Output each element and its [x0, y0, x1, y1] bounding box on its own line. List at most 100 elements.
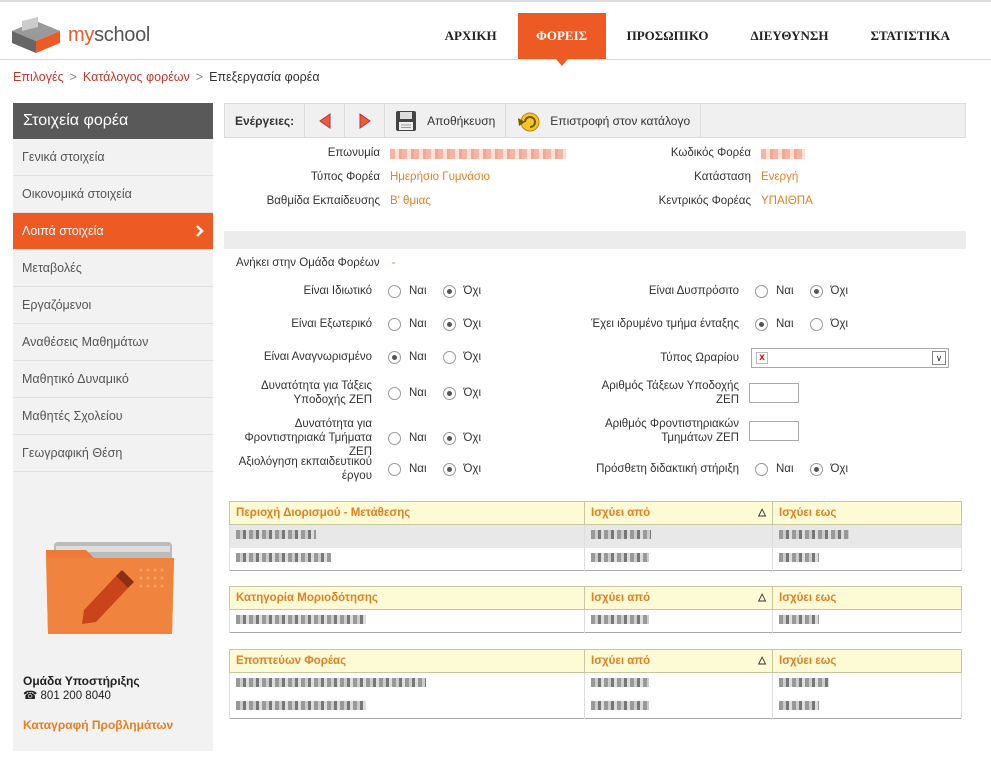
nav-directorate[interactable]: ΔΙΕΥΘΥΝΣΗ	[730, 13, 850, 59]
zep-tutoring-count-input[interactable]	[749, 421, 799, 441]
sidebar-item-other[interactable]: Λοιπά στοιχεία	[13, 213, 213, 250]
zep-class-count-row: Αριθμός Τάξεων Υποδοχής ΖΕΠ	[584, 379, 799, 407]
sort-asc-icon: △	[758, 592, 766, 603]
radio-label: Όχι	[463, 351, 482, 363]
column-header[interactable]: Ισχύει εως	[772, 586, 962, 610]
remote-no-radio[interactable]: Όχι	[809, 284, 848, 298]
name-value-redacted	[390, 149, 566, 159]
zep-class-count-input[interactable]	[749, 383, 799, 403]
supervising-org-table: Εποπτεύων Φορέας Ισχύει από △ Ισχύει εως	[229, 649, 962, 719]
logo[interactable]: myschool	[12, 17, 150, 53]
zep-class-count-label: Αριθμός Τάξεων Υποδοχής ΖΕΠ	[601, 380, 739, 406]
zep-tutoring-count-label: Αριθμός Φροντιστηριακών Τμημάτων ΖΕΠ	[604, 418, 739, 444]
sidebar-item-changes[interactable]: Μεταβολές	[13, 250, 213, 287]
nav-home[interactable]: ΑΡΧΙΚΗ	[424, 13, 518, 59]
column-header[interactable]: Ισχύει εως	[772, 649, 962, 673]
report-problems-link[interactable]: Καταγραφή Προβλημάτων	[23, 718, 173, 732]
radio-label: Ναι	[409, 387, 427, 399]
remote-yes-radio[interactable]: Ναι	[755, 284, 794, 298]
column-header-label: Ισχύει από	[591, 655, 651, 667]
column-header-sorted[interactable]: Ισχύει από △	[584, 649, 773, 673]
evaluation-yes-radio[interactable]: Ναι	[388, 462, 427, 476]
table-row[interactable]	[229, 609, 962, 633]
integration-row: Έχει ιδρυμένο τμήμα ένταξης Ναι Όχι	[584, 317, 848, 331]
sidebar-item-financial[interactable]: Οικονομικά στοιχεία	[13, 176, 213, 213]
nav-statistics[interactable]: ΣΤΑΤΙΣΤΙΚΑ	[850, 13, 972, 59]
column-header-sorted[interactable]: Ισχύει από △	[584, 586, 773, 610]
column-header[interactable]: Ισχύει εως	[772, 501, 962, 525]
level-label: Βαθμίδα Εκπαίδευσης	[266, 195, 380, 207]
column-header-sorted[interactable]: Ισχύει από △	[584, 501, 773, 525]
evaluation-row: Αξιολόγηση εκπαιδευτικού έργου Ναι Όχι	[224, 455, 481, 483]
breadcrumb-sep: >	[69, 70, 77, 84]
zep-classes-label: Δυνατότητα για Τάξεις Υποδοχής ΖΕΠ	[260, 380, 372, 406]
recognized-no-radio[interactable]: Όχι	[442, 350, 482, 364]
schedule-type-select[interactable]: x ∨	[751, 348, 949, 368]
external-no-radio[interactable]: Όχι	[442, 317, 482, 331]
sidebar-item-student-capacity[interactable]: Μαθητικό Δυναμικό	[13, 361, 213, 398]
support-section: Ομάδα Υποστήριξης ☎ 801 200 8040	[23, 674, 140, 702]
central-label: Κεντρικός Φορέας	[658, 195, 751, 207]
name-label: Επωνυμία	[327, 147, 380, 159]
breadcrumb: Επιλογές > Κατάλογος φορέων > Επεξεργασία φο…	[13, 70, 320, 84]
column-header[interactable]: Περιοχή Διορισμού - Μετάθεσης	[229, 501, 585, 525]
nav-staff[interactable]: ΠΡΟΣΩΠΙΚΟ	[606, 13, 730, 59]
group-row: Ανήκει στην Ομάδα Φορέων -	[236, 257, 396, 269]
schedule-type-label: Τύπος Ωραρίου	[660, 352, 739, 364]
main-content: Ενέργειες: Αποθήκευση Επιστροφή στον κατ…	[224, 103, 966, 719]
status-label: Κατάσταση	[694, 171, 751, 183]
radio-label: Όχι	[463, 387, 482, 399]
status-value: Ενεργή	[761, 171, 799, 183]
table-row[interactable]	[229, 524, 962, 548]
zep-tutoring-yes-radio[interactable]: Ναι	[388, 431, 427, 445]
table-row[interactable]	[229, 695, 962, 719]
integration-yes-radio[interactable]: Ναι	[755, 317, 794, 331]
breadcrumb-options[interactable]: Επιλογές	[13, 70, 64, 84]
scoring-category-table: Κατηγορία Μοριοδότησης Ισχύει από △ Ισχύε…	[229, 586, 962, 633]
central-value: ΥΠΑΙΘΠΑ	[761, 195, 813, 207]
radio-label: Όχι	[463, 463, 482, 475]
sidebar-item-assignments[interactable]: Αναθέσεις Μαθημάτων	[13, 324, 213, 361]
breadcrumb-catalog[interactable]: Κατάλογος φορέων	[83, 70, 190, 84]
extra-support-yes-radio[interactable]: Ναι	[755, 462, 794, 476]
private-yes-radio[interactable]: Ναι	[388, 284, 427, 298]
extra-support-label: Πρόσθετη διδακτική στήριξη	[596, 463, 739, 475]
table-row[interactable]	[229, 547, 962, 571]
evaluation-no-radio[interactable]: Όχι	[442, 462, 482, 476]
sidebar-item-location[interactable]: Γεωγραφική Θέση	[13, 435, 213, 472]
type-value: Ημερήσιο Γυμνάσιο	[390, 171, 490, 183]
chevron-down-icon[interactable]: ∨	[932, 351, 946, 365]
zep-tutoring-count-row: Αριθμός Φροντιστηριακών Τμημάτων ΖΕΠ	[584, 417, 799, 445]
sort-asc-icon: △	[758, 507, 766, 518]
remote-label: Είναι Δυσπρόσιτο	[648, 285, 739, 297]
recognized-yes-radio[interactable]: Ναι	[388, 350, 427, 364]
nav-organizations[interactable]: ΦΟΡΕΙΣ	[517, 13, 606, 66]
radio-label: Όχι	[463, 318, 482, 330]
zep-classes-yes-radio[interactable]: Ναι	[388, 386, 427, 400]
radio-label: Ναι	[409, 432, 427, 444]
evaluation-label: Αξιολόγηση εκπαιδευτικού έργου	[238, 456, 372, 482]
code-value-redacted	[761, 149, 805, 159]
sidebar-item-employees[interactable]: Εργαζόμενοι	[13, 287, 213, 324]
private-no-radio[interactable]: Όχι	[442, 284, 482, 298]
radio-label: Ναι	[409, 351, 427, 363]
integration-no-radio[interactable]: Όχι	[809, 317, 848, 331]
sidebar-item-students[interactable]: Μαθητές Σχολείου	[13, 398, 213, 435]
zep-tutoring-no-radio[interactable]: Όχι	[442, 431, 481, 445]
zep-tutoring-row: Δυνατότητα για Φροντιστηριακά Τμήματα ΖΕ…	[224, 417, 482, 459]
column-header[interactable]: Κατηγορία Μοριοδότησης	[229, 586, 585, 610]
group-value: -	[391, 257, 396, 269]
column-header[interactable]: Εποπτεύων Φορέας	[229, 649, 585, 673]
extra-support-no-radio[interactable]: Όχι	[809, 462, 848, 476]
zep-classes-no-radio[interactable]: Όχι	[442, 386, 482, 400]
external-yes-radio[interactable]: Ναι	[388, 317, 427, 331]
sort-asc-icon: △	[758, 655, 766, 666]
schedule-type-row: Τύπος Ωραρίου x ∨	[584, 348, 949, 368]
external-label: Είναι Εξωτερικό	[291, 318, 372, 330]
table-row[interactable]	[229, 672, 962, 696]
radio-label: Όχι	[463, 285, 482, 297]
breadcrumb-sep: >	[195, 70, 204, 84]
clear-icon[interactable]: x	[756, 352, 768, 364]
recognized-row: Είναι Αναγνωρισμένο Ναι Όχι	[224, 350, 481, 364]
sidebar-item-general[interactable]: Γενικά στοιχεία	[13, 139, 213, 176]
